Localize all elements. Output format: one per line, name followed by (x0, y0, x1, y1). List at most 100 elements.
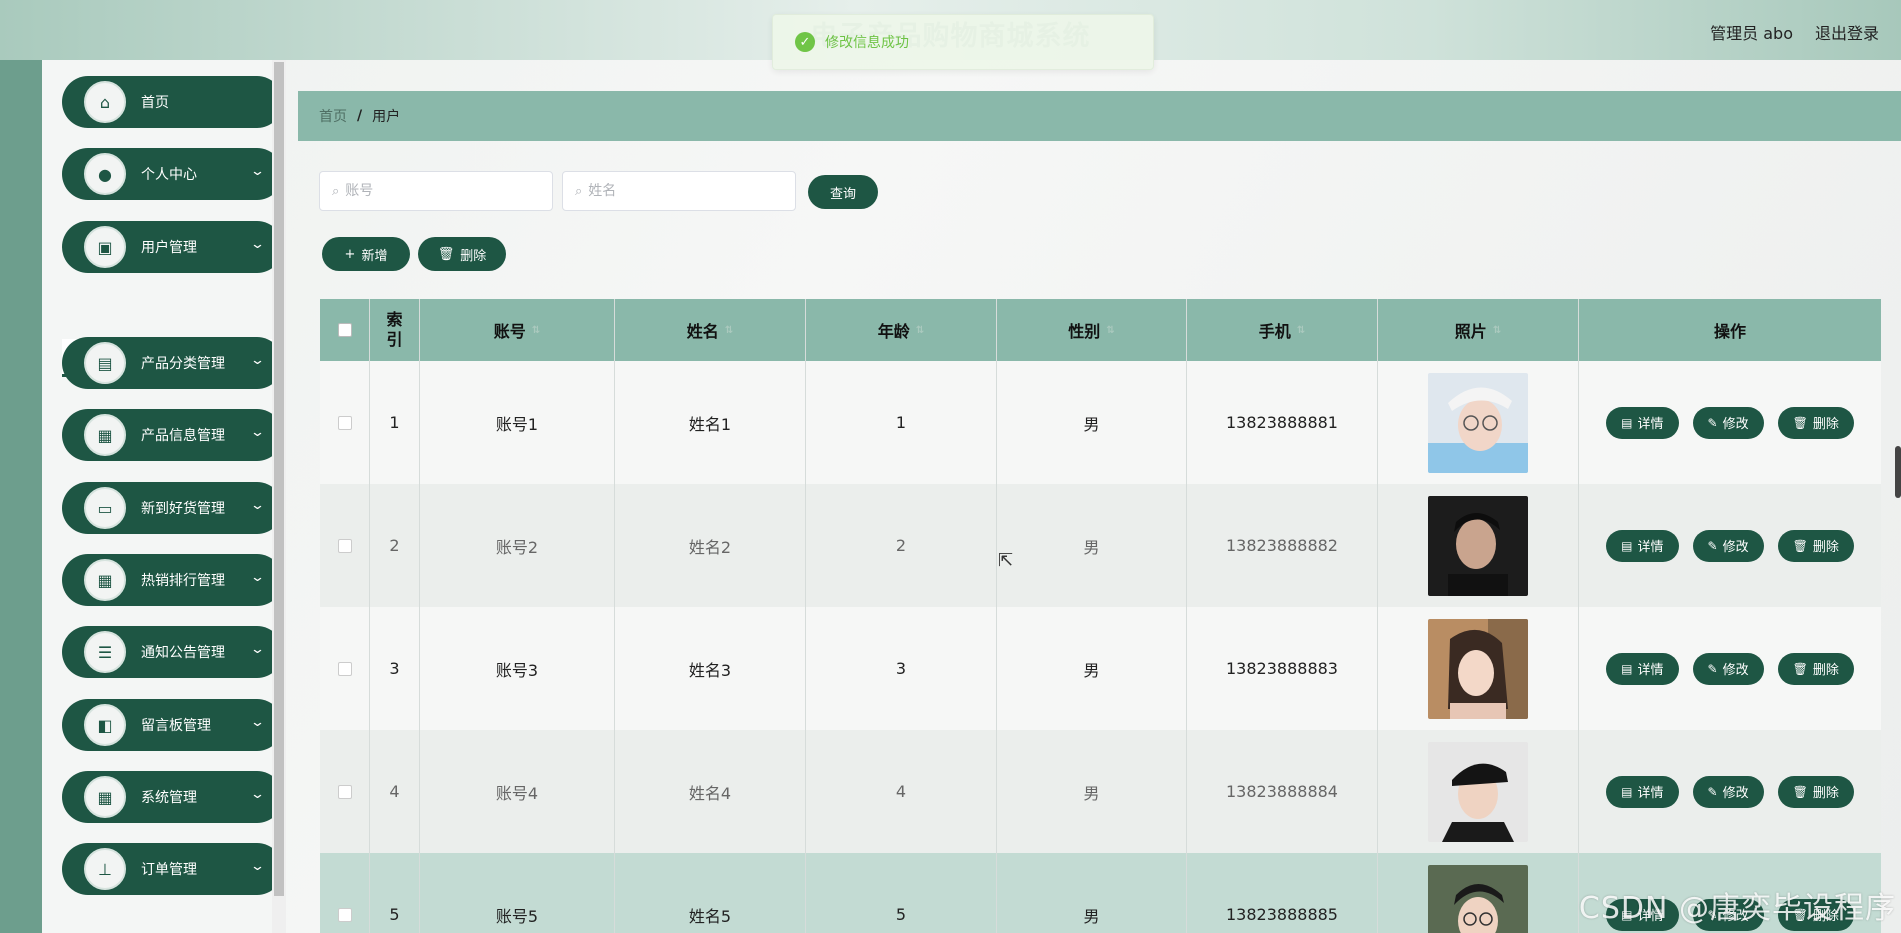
header-name-label: 姓名 (686, 322, 719, 341)
cell-index: 4 (370, 730, 420, 853)
sort-icon[interactable]: ⇅ (532, 325, 540, 336)
admin-user-label: 管理员 abo (1710, 24, 1793, 43)
add-button[interactable]: + 新增 (322, 237, 410, 271)
table-row[interactable]: 1 账号1 姓名1 1 男 13823888881 ▤ 详情 ✎ 修改 🗑 删除 (320, 361, 1881, 484)
cell-gender: 男 (997, 853, 1187, 933)
table-row[interactable]: 2 账号2 姓名2 2 男 13823888882 ▤ 详情 ✎ 修改 🗑 删除 (320, 484, 1881, 607)
select-all-checkbox[interactable] (337, 323, 352, 337)
monitor-icon: ▭ (84, 487, 126, 529)
cell-ops: ▤ 详情 ✎ 修改 🗑 删除 (1579, 484, 1881, 607)
name-search-input[interactable] (588, 183, 769, 199)
chevron-down-icon: ⌄ (249, 570, 266, 585)
breadcrumb-home[interactable]: 首页 (319, 106, 347, 126)
sidebar-item-label: 新到好货管理 (141, 501, 225, 517)
row-checkbox[interactable] (337, 907, 352, 922)
row-checkbox[interactable] (337, 415, 352, 430)
sidebar-item-hot-ranking-management[interactable]: ▦ 热销排行管理 ⌄ (62, 554, 283, 606)
edit-button[interactable]: ✎ 修改 (1692, 406, 1764, 439)
header-account[interactable]: 账号 ⇅ (420, 299, 615, 361)
trash-icon: 🗑 (1792, 415, 1808, 430)
document-icon: ▤ (1621, 661, 1633, 676)
edit-button-label: 修改 (1722, 417, 1749, 432)
cell-name: 姓名4 (615, 730, 806, 853)
chat-icon: ▤ (84, 342, 126, 384)
cell-age: 4 (806, 730, 997, 853)
delete-button[interactable]: 🗑 删除 (1777, 652, 1854, 685)
sidebar-scrollbar-thumb[interactable] (274, 62, 284, 896)
account-search-input[interactable] (345, 183, 526, 199)
delete-button[interactable]: 🗑 删除 (1777, 529, 1854, 562)
chevron-down-icon: ⌄ (249, 642, 266, 657)
query-button[interactable]: 查询 (808, 175, 878, 209)
cell-phone: 13823888881 (1187, 361, 1378, 484)
account-search-field[interactable]: ⌕ (319, 171, 553, 211)
sort-icon[interactable]: ⇅ (1493, 325, 1501, 336)
cell-age: 1 (806, 361, 997, 484)
header-name[interactable]: 姓名 ⇅ (615, 299, 806, 361)
user-photo[interactable] (1428, 618, 1528, 719)
stamp-icon: ⊥ (84, 848, 126, 890)
name-search-field[interactable]: ⌕ (562, 171, 796, 211)
document-icon: ▤ (1621, 538, 1633, 553)
detail-button[interactable]: ▤ 详情 (1606, 529, 1679, 562)
table-row[interactable]: 4 账号4 姓名4 4 男 13823888884 ▤ 详情 ✎ 修改 🗑 删除 (320, 730, 1881, 853)
sort-icon[interactable]: ⇅ (1106, 325, 1114, 336)
header-ops-label: 操作 (1713, 322, 1746, 341)
cell-photo (1378, 730, 1579, 853)
header-index: 索引 (370, 299, 420, 361)
bulk-delete-button[interactable]: 🗑 删除 (418, 237, 506, 271)
delete-button[interactable]: 🗑 删除 (1777, 775, 1854, 808)
sidebar-item-category-management[interactable]: ▤ 产品分类管理 ⌄ (62, 337, 283, 389)
detail-button[interactable]: ▤ 详情 (1606, 406, 1679, 439)
user-photo[interactable] (1428, 495, 1528, 596)
cell-ops: ▤ 详情 ✎ 修改 🗑 删除 (1579, 730, 1881, 853)
sidebar-item-system-management[interactable]: ▦ 系统管理 ⌄ (62, 771, 283, 823)
table-row[interactable]: 3 账号3 姓名3 3 男 13823888883 ▤ 详情 ✎ 修改 🗑 删除 (320, 607, 1881, 730)
grid-icon: ▦ (84, 559, 126, 601)
pencil-icon: ✎ (1707, 661, 1718, 676)
user-photo[interactable] (1428, 372, 1528, 473)
add-button-label: 新增 (361, 248, 388, 264)
sort-icon[interactable]: ⇅ (725, 325, 733, 336)
cell-photo (1378, 607, 1579, 730)
delete-button[interactable]: 🗑 删除 (1777, 406, 1854, 439)
detail-button[interactable]: ▤ 详情 (1606, 652, 1679, 685)
sidebar-item-product-info-management[interactable]: ▦ 产品信息管理 ⌄ (62, 409, 283, 461)
header-age[interactable]: 年龄 ⇅ (806, 299, 997, 361)
sidebar-item-user-management[interactable]: ▣ 用户管理 ⌄ (62, 221, 283, 273)
row-checkbox[interactable] (337, 661, 352, 676)
sort-icon[interactable]: ⇅ (1297, 325, 1305, 336)
page-scrollbar-thumb[interactable] (1895, 446, 1901, 498)
header-phone[interactable]: 手机 ⇅ (1187, 299, 1378, 361)
cell-name: 姓名1 (615, 361, 806, 484)
document-icon: ▤ (1621, 415, 1633, 430)
detail-button[interactable]: ▤ 详情 (1606, 775, 1679, 808)
header-gender[interactable]: 性别 ⇅ (997, 299, 1187, 361)
sidebar-item-order-management[interactable]: ⊥ 订单管理 ⌄ (62, 843, 283, 895)
edit-button[interactable]: ✎ 修改 (1692, 529, 1764, 562)
user-photo[interactable] (1428, 864, 1528, 933)
edit-button[interactable]: ✎ 修改 (1692, 775, 1764, 808)
cell-index: 1 (370, 361, 420, 484)
sidebar-item-new-arrivals-management[interactable]: ▭ 新到好货管理 ⌄ (62, 482, 283, 534)
logout-link[interactable]: 退出登录 (1815, 20, 1879, 44)
sort-icon[interactable]: ⇅ (916, 325, 924, 336)
row-checkbox[interactable] (337, 784, 352, 799)
list-icon: ☰ (84, 631, 126, 673)
breadcrumb-current: 用户 (372, 109, 401, 125)
row-checkbox[interactable] (337, 538, 352, 553)
sidebar-item-label: 用户管理 (141, 240, 197, 256)
header-photo[interactable]: 照片 ⇅ (1378, 299, 1579, 361)
mouse-cursor-icon: ⇱ (998, 550, 1014, 571)
breadcrumb-separator: / (357, 108, 363, 124)
sidebar-item-home[interactable]: ⌂ 首页 (62, 76, 283, 128)
row-select-cell (320, 361, 370, 484)
edit-button[interactable]: ✎ 修改 (1692, 652, 1764, 685)
watermark: CSDN @唐奕毕设程序 (1578, 891, 1896, 926)
sidebar-item-label: 留言板管理 (141, 718, 211, 734)
sidebar-item-personal-center[interactable]: ● 个人中心 ⌄ (62, 148, 283, 200)
cell-gender: 男 (997, 361, 1187, 484)
sidebar-item-notice-management[interactable]: ☰ 通知公告管理 ⌄ (62, 626, 283, 678)
sidebar-item-message-board-management[interactable]: ◧ 留言板管理 ⌄ (62, 699, 283, 751)
user-photo[interactable] (1428, 741, 1528, 842)
